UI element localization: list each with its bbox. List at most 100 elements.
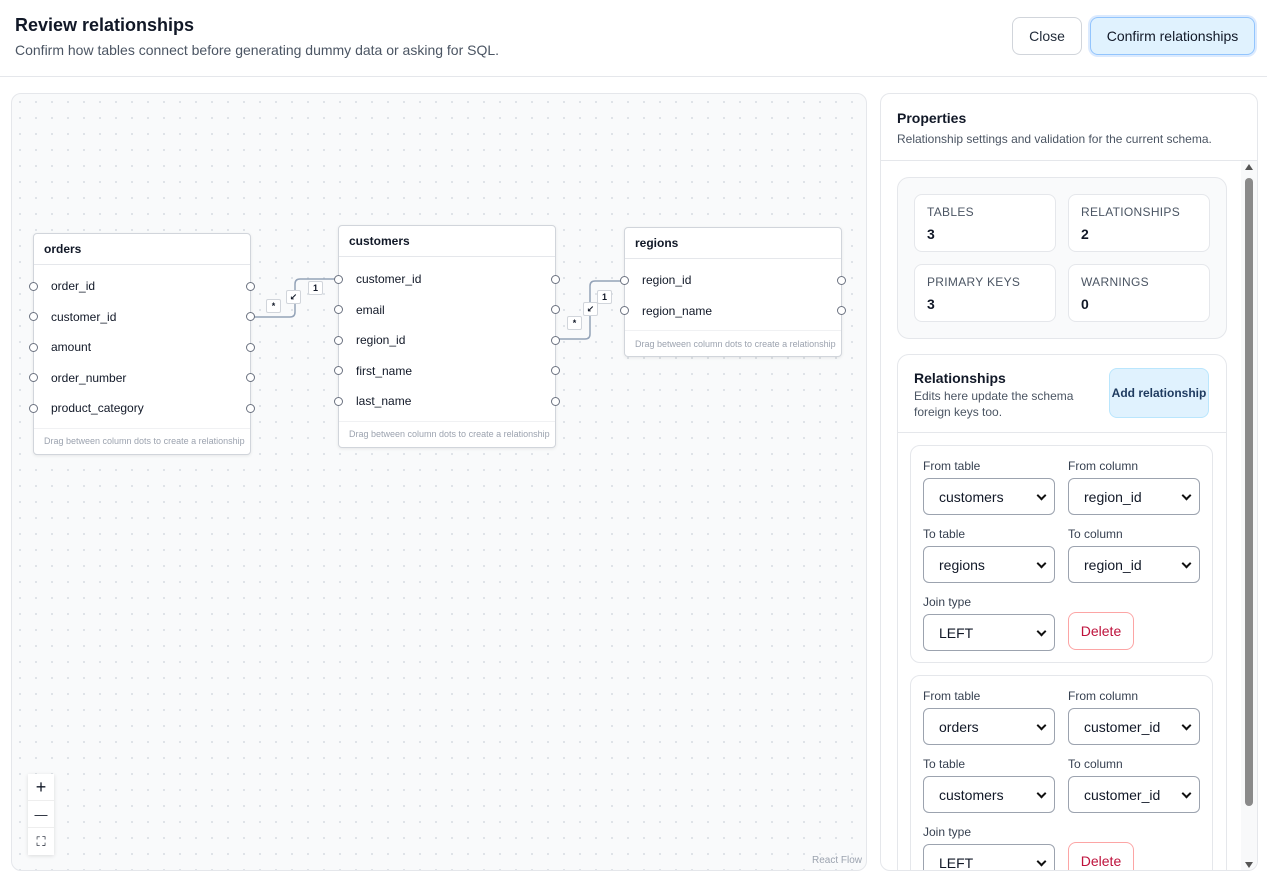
to-column-select[interactable]: region_id	[1068, 546, 1200, 583]
stat-warnings: WARNINGS 0	[1068, 264, 1210, 322]
from-table-select[interactable]: orders	[923, 708, 1055, 745]
select-value: orders	[939, 718, 979, 735]
to-table-select[interactable]: customers	[923, 776, 1055, 813]
from-column-select[interactable]: customer_id	[1068, 708, 1200, 745]
join-type-label: Join type	[923, 595, 972, 609]
target-handle[interactable]	[334, 396, 343, 406]
target-handle[interactable]	[334, 305, 343, 315]
join-type-select[interactable]: LEFT	[923, 614, 1055, 651]
chevron-down-icon	[1036, 490, 1047, 501]
table-node-customers[interactable]: customers customer_id email region_id fi…	[334, 225, 560, 448]
stat-value: 3	[927, 296, 935, 312]
column-name: email	[356, 302, 385, 317]
scrollbar-thumb[interactable]	[1245, 178, 1253, 806]
chevron-down-icon	[1036, 720, 1047, 731]
panel-scrollbar[interactable]	[1241, 161, 1257, 870]
to-column-label: To column	[1068, 527, 1123, 541]
select-value: region_id	[1084, 488, 1142, 505]
stat-value: 3	[927, 226, 935, 242]
target-handle[interactable]	[29, 281, 38, 291]
stat-label: PRIMARY KEYS	[927, 275, 1021, 289]
table-title: regions	[625, 228, 841, 259]
column-row: first_name	[334, 356, 560, 387]
edge-target-cardinality: 1	[597, 290, 612, 304]
add-relationship-button[interactable]: Add relationship	[1109, 368, 1209, 418]
target-handle[interactable]	[29, 342, 38, 352]
delete-relationship-button[interactable]: Delete	[1068, 612, 1134, 650]
node-hint: Drag between column dots to create a rel…	[34, 427, 250, 454]
chevron-down-icon	[1181, 720, 1192, 731]
panel-scroll-area[interactable]: TABLES 3 RELATIONSHIPS 2 PRIMARY KEYS 3 …	[881, 161, 1243, 871]
to-table-label: To table	[923, 527, 966, 541]
source-handle[interactable]	[551, 335, 560, 345]
column-name: customer_id	[356, 272, 422, 287]
target-handle[interactable]	[620, 275, 629, 285]
join-type-select[interactable]: LEFT	[923, 844, 1055, 871]
scroll-up-icon[interactable]	[1245, 164, 1253, 170]
canvas-controls: + — ⛶	[28, 774, 54, 855]
relationship-item: From table From column orders customer_i…	[910, 675, 1213, 871]
from-table-select[interactable]: customers	[923, 478, 1055, 515]
edge-source-cardinality: *	[567, 316, 582, 330]
select-value: customers	[939, 488, 1004, 505]
target-handle[interactable]	[29, 312, 38, 322]
target-handle[interactable]	[334, 366, 343, 376]
relationships-subtitle: Edits here update the schema foreign key…	[914, 389, 1074, 419]
source-handle[interactable]	[551, 396, 560, 406]
zoom-out-button[interactable]: —	[28, 801, 54, 828]
from-table-label: From table	[923, 689, 981, 703]
delete-relationship-button[interactable]: Delete	[1068, 842, 1134, 870]
chevron-down-icon	[1181, 788, 1192, 799]
to-column-select[interactable]: customer_id	[1068, 776, 1200, 813]
edge-source-cardinality: *	[266, 299, 281, 313]
confirm-relationships-button[interactable]: Confirm relationships	[1090, 17, 1255, 55]
relationship-item: From table From column customers region_…	[910, 445, 1213, 663]
column-row: order_id	[29, 271, 255, 302]
column-name: customer_id	[51, 309, 117, 324]
column-row: customer_id	[334, 264, 560, 295]
from-column-select[interactable]: region_id	[1068, 478, 1200, 515]
join-type-label: Join type	[923, 825, 972, 839]
source-handle[interactable]	[246, 342, 255, 352]
chevron-down-icon	[1181, 558, 1192, 569]
source-handle[interactable]	[246, 403, 255, 413]
fit-view-icon[interactable]: ⛶	[28, 828, 54, 855]
relationships-header: Relationships Edits here update the sche…	[898, 355, 1226, 433]
stats-card: TABLES 3 RELATIONSHIPS 2 PRIMARY KEYS 3 …	[897, 177, 1227, 339]
node-hint: Drag between column dots to create a rel…	[339, 420, 555, 447]
relationships-card: Relationships Edits here update the sche…	[897, 354, 1227, 871]
column-name: last_name	[356, 394, 412, 409]
source-handle[interactable]	[551, 274, 560, 284]
to-table-select[interactable]: regions	[923, 546, 1055, 583]
react-flow-attribution[interactable]: React Flow	[812, 855, 862, 866]
panel-subtitle: Relationship settings and validation for…	[897, 132, 1212, 146]
close-button[interactable]: Close	[1012, 17, 1082, 55]
target-handle[interactable]	[29, 403, 38, 413]
target-handle[interactable]	[334, 274, 343, 284]
select-value: regions	[939, 556, 985, 573]
column-row: customer_id	[29, 302, 255, 333]
zoom-in-button[interactable]: +	[28, 774, 54, 801]
column-name: order_number	[51, 370, 127, 385]
scroll-down-icon[interactable]	[1245, 862, 1253, 868]
chevron-down-icon	[1181, 490, 1192, 501]
table-node-orders[interactable]: orders order_id customer_id amount order…	[29, 233, 255, 455]
target-handle[interactable]	[334, 335, 343, 345]
table-node-regions[interactable]: regions region_id region_name Drag betwe…	[620, 227, 846, 357]
stat-relationships: RELATIONSHIPS 2	[1068, 194, 1210, 252]
column-name: first_name	[356, 363, 413, 378]
diagram-canvas[interactable]: orders order_id customer_id amount order…	[11, 93, 867, 871]
chevron-down-icon	[1036, 626, 1047, 637]
column-name: order_id	[51, 279, 96, 294]
source-handle[interactable]	[837, 275, 846, 285]
select-value: LEFT	[939, 854, 974, 871]
chevron-down-icon	[1036, 788, 1047, 799]
target-handle[interactable]	[620, 306, 629, 316]
source-handle[interactable]	[246, 281, 255, 291]
column-row: region_id	[620, 265, 846, 296]
target-handle[interactable]	[29, 373, 38, 383]
select-value: customer_id	[1084, 718, 1161, 735]
column-name: region_id	[642, 273, 692, 288]
stat-value: 2	[1081, 226, 1089, 242]
column-row: region_name	[620, 296, 846, 327]
